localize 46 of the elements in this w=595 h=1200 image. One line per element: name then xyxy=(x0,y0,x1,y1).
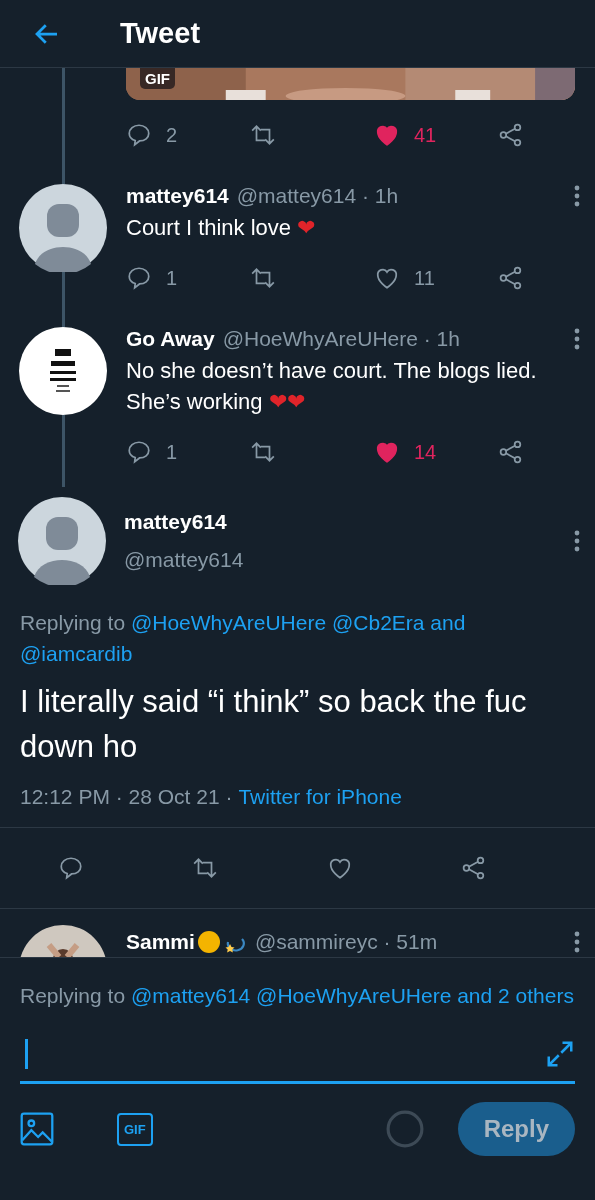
user-name[interactable]: Go Away xyxy=(126,327,215,351)
reply-count: 2 xyxy=(166,123,178,147)
reply-count: 1 xyxy=(166,440,178,464)
progress-ring-icon xyxy=(385,1110,424,1148)
share-icon[interactable] xyxy=(498,122,524,148)
like-count: 41 xyxy=(414,123,437,147)
expand-icon[interactable] xyxy=(545,1039,575,1069)
image-icon[interactable] xyxy=(20,1112,54,1146)
header-title: Tweet xyxy=(120,17,201,50)
replying-to-text: Replying to @mattey614 @HoeWhyAreUHere and 2 others xyxy=(20,983,575,1009)
reply-icon[interactable] xyxy=(126,439,152,465)
tweet-text: I literally said “i think” so back the fuc down ho xyxy=(20,683,528,766)
user-name[interactable]: Sammi xyxy=(126,930,195,954)
more-icon[interactable] xyxy=(574,530,580,552)
user-handle: @mattey614 · 1h xyxy=(236,184,399,208)
gif-badge: GIF xyxy=(140,68,175,89)
share-icon[interactable] xyxy=(498,265,524,291)
reply-text: Court I think love ❤ xyxy=(126,214,317,242)
retweet-icon[interactable] xyxy=(250,265,276,291)
avatar-icon[interactable] xyxy=(19,184,107,272)
share-icon[interactable] xyxy=(498,439,524,465)
reply-icon[interactable] xyxy=(58,855,84,881)
share-icon[interactable] xyxy=(460,855,487,881)
emoji-icon xyxy=(196,930,221,954)
avatar-icon[interactable] xyxy=(18,497,106,585)
reply-icon[interactable] xyxy=(126,122,152,148)
reply-count: 1 xyxy=(166,266,178,290)
replying-to-text: Replying to @HoeWhyAreUHere @Cb2Era and @iamcardib xyxy=(20,610,467,667)
source-link[interactable]: Twitter for iPhone xyxy=(238,785,402,809)
retweet-icon[interactable] xyxy=(250,122,276,148)
gif-button[interactable]: GIF xyxy=(117,1112,153,1146)
retweet-icon[interactable] xyxy=(192,855,219,881)
more-icon[interactable] xyxy=(574,328,580,350)
like-count: 14 xyxy=(414,440,437,464)
user-handle: @HoeWhyAreUHere · 1h xyxy=(222,327,460,351)
reply-text: No she doesn’t have court. The blogs lied. She’s working ❤❤ xyxy=(126,357,538,416)
more-icon[interactable] xyxy=(574,185,580,207)
user-handle: @mattey614 xyxy=(124,548,245,572)
like-count: 11 xyxy=(414,266,435,290)
retweet-icon[interactable] xyxy=(250,439,276,465)
user-name[interactable]: mattey614 xyxy=(126,184,229,208)
user-handle: @sammireyc · 51m xyxy=(254,930,438,954)
tweet-timestamp: 12:12 PM · 28 Oct 21 · xyxy=(20,785,233,809)
more-icon[interactable] xyxy=(574,931,580,953)
user-name[interactable]: mattey614 xyxy=(124,510,556,534)
reply-icon[interactable] xyxy=(126,265,152,291)
